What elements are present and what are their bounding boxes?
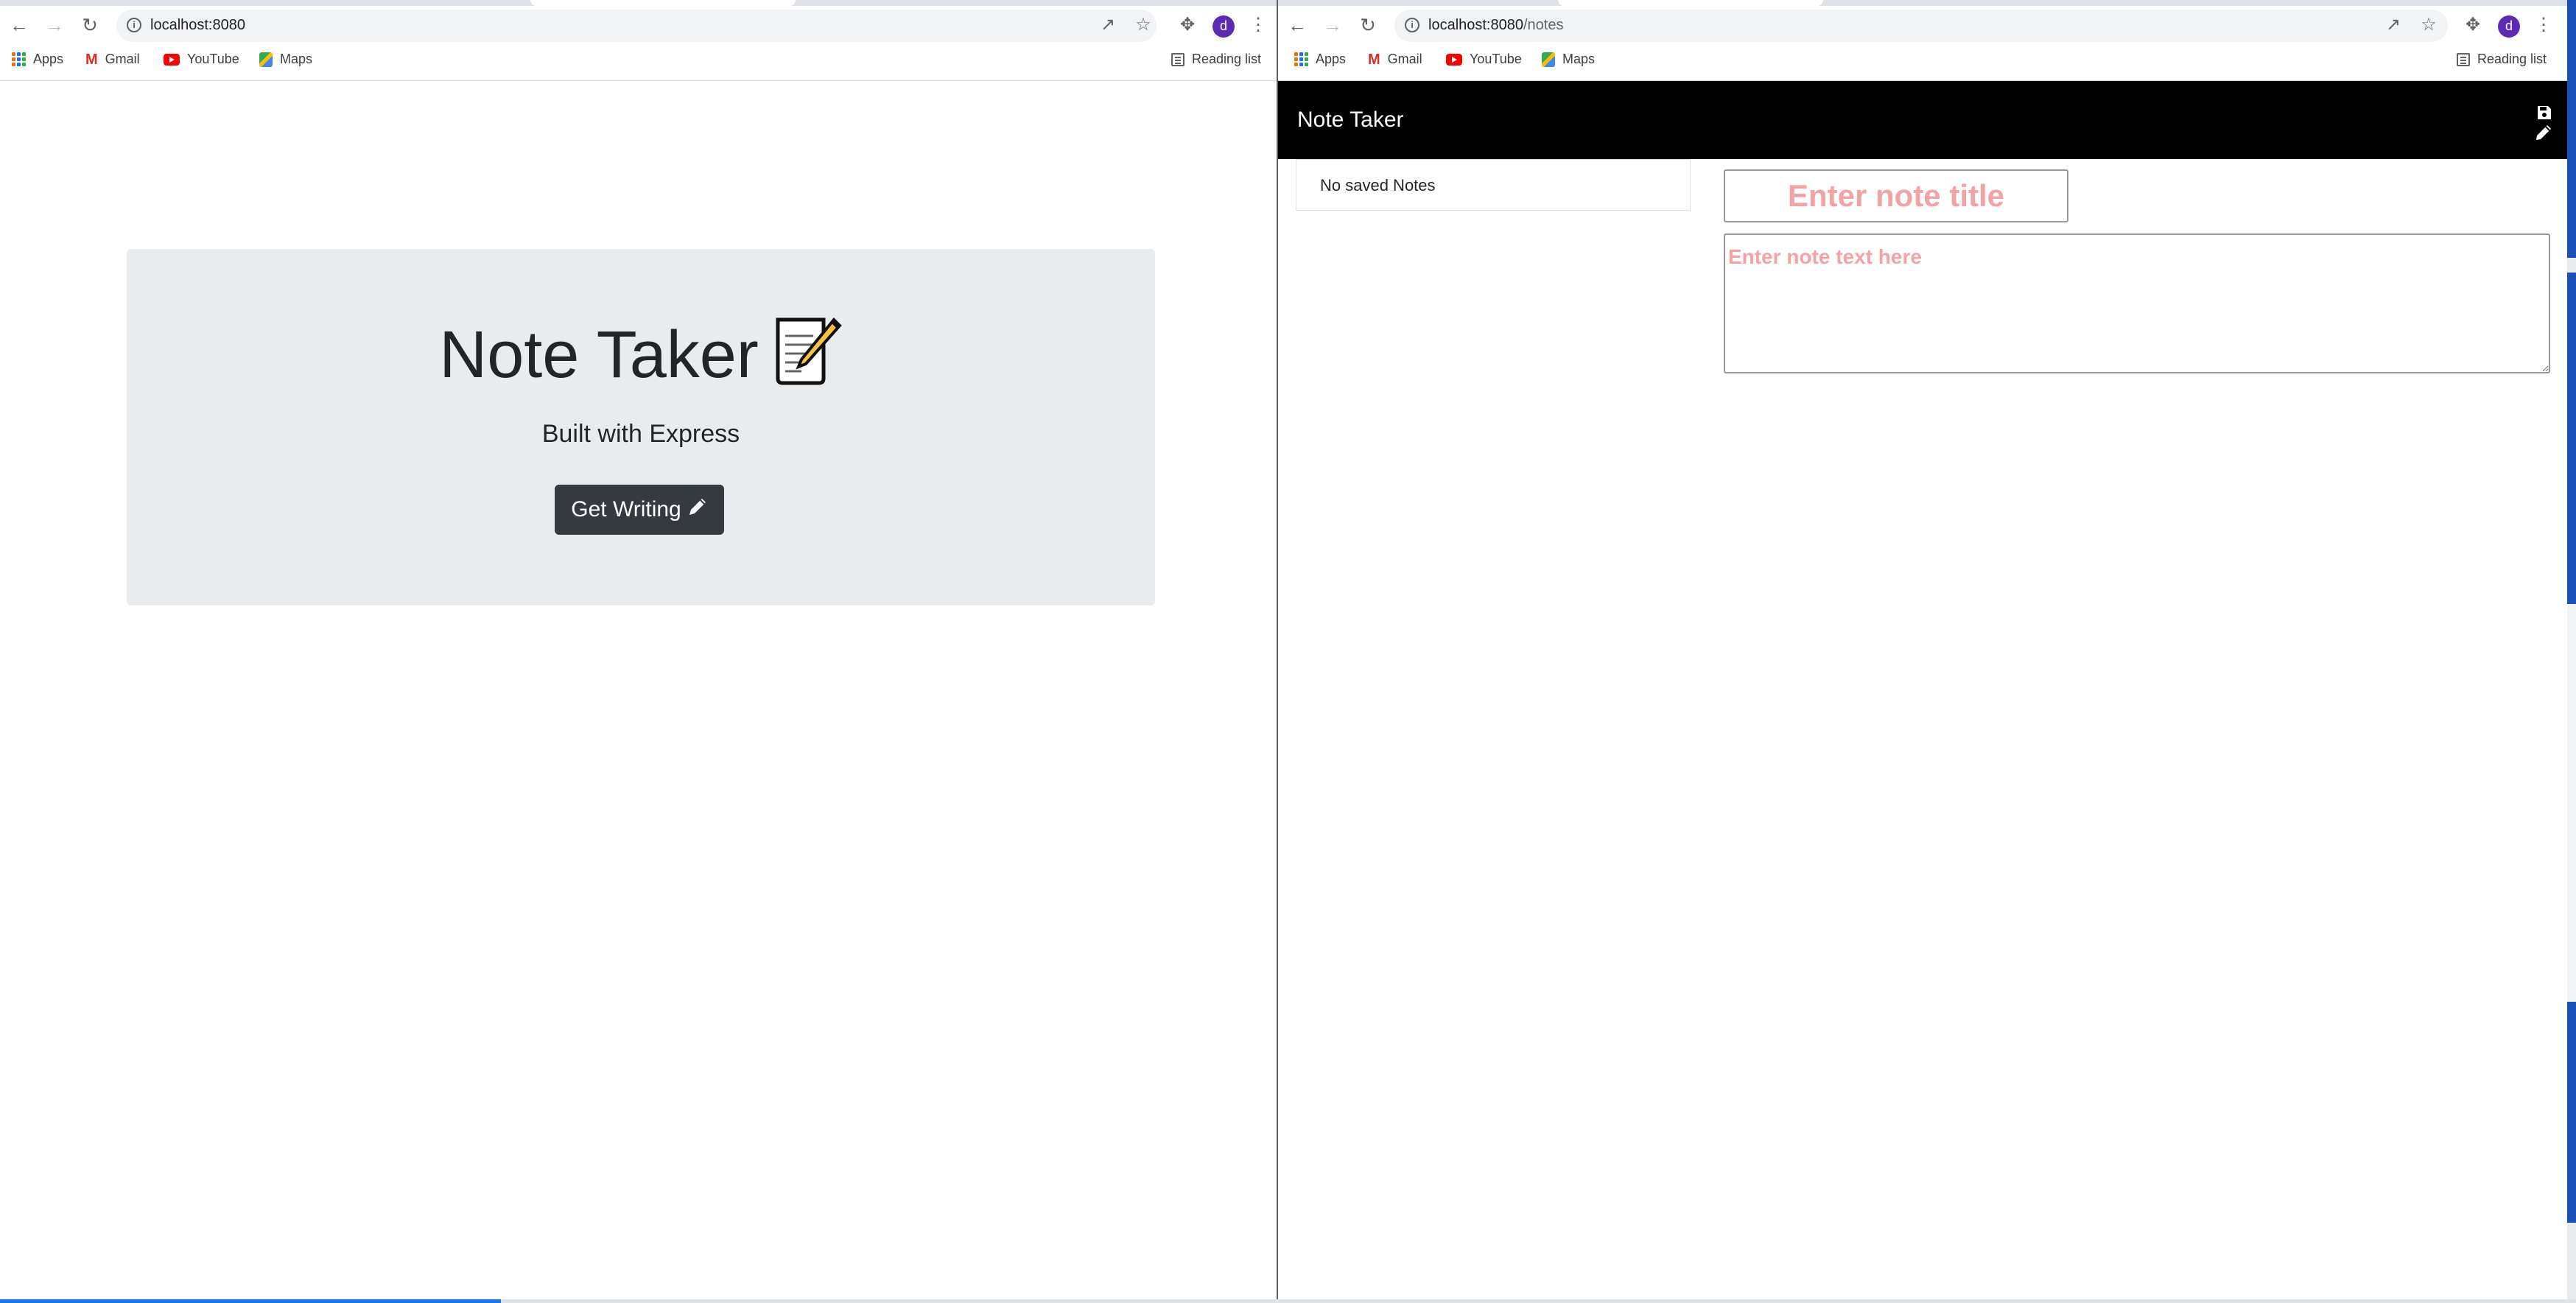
taskbar-edge xyxy=(0,1299,2576,1303)
bookmark-apps[interactable]: Apps xyxy=(1294,52,1346,67)
bookmark-gmail[interactable]: M Gmail xyxy=(85,52,140,67)
apps-grid-icon xyxy=(1294,52,1308,66)
navbar-brand[interactable]: Note Taker xyxy=(1297,108,1404,133)
save-icon[interactable] xyxy=(2536,105,2552,124)
site-info-icon[interactable]: i xyxy=(1405,18,1419,32)
address-bar[interactable]: i localhost:8080 xyxy=(116,10,1157,42)
bookmark-maps[interactable]: Maps xyxy=(259,52,312,67)
page-title: Note Taker xyxy=(127,315,1155,392)
extensions-puzzle-icon[interactable]: ✥ xyxy=(2463,15,2483,35)
menu-kebab-icon[interactable]: ⋮ xyxy=(2533,15,2554,35)
pencil-icon xyxy=(687,496,708,523)
gmail-icon: M xyxy=(1368,51,1380,68)
bookmarks-bar: Apps M Gmail YouTube Maps Reading list xyxy=(1278,44,2567,81)
back-arrow-icon[interactable]: ← xyxy=(9,15,29,35)
tab-strip xyxy=(1278,0,2567,6)
bookmark-star-icon[interactable]: ☆ xyxy=(1133,15,1154,35)
reload-icon[interactable]: ↻ xyxy=(80,15,100,35)
bookmark-star-icon[interactable]: ☆ xyxy=(2418,15,2439,35)
app-navbar: Note Taker xyxy=(1278,81,2567,159)
bookmark-gmail[interactable]: M Gmail xyxy=(1368,52,1422,67)
youtube-icon xyxy=(1446,53,1462,66)
browser-window-landing: ← → ↻ i localhost:8080 ↗ ☆ ✥ d ⋮ Apps M … xyxy=(0,0,1277,1299)
active-tab[interactable] xyxy=(1558,0,1823,6)
site-info-icon[interactable]: i xyxy=(127,18,141,32)
maps-icon xyxy=(259,52,273,67)
reading-list-icon xyxy=(1171,52,1185,66)
bookmark-youtube[interactable]: YouTube xyxy=(1446,52,1522,67)
active-tab[interactable] xyxy=(530,0,796,6)
extensions-puzzle-icon[interactable]: ✥ xyxy=(1177,15,1198,35)
page-subtitle: Built with Express xyxy=(541,420,740,448)
browser-window-notes: ← → ↻ i localhost:8080/notes ↗ ☆ ✥ d ⋮ A… xyxy=(1278,0,2567,1299)
address-url[interactable]: localhost:8080 xyxy=(150,17,245,34)
address-url[interactable]: localhost:8080/notes xyxy=(1428,17,1563,34)
forward-arrow-icon[interactable]: → xyxy=(1322,15,1343,35)
tab-strip xyxy=(0,0,1277,6)
forward-arrow-icon[interactable]: → xyxy=(44,15,65,35)
jumbotron: Note Taker Built with Express Get Writin… xyxy=(127,249,1155,605)
note-title-input[interactable] xyxy=(1724,169,2068,222)
maps-icon xyxy=(1542,52,1555,67)
share-icon[interactable]: ↗ xyxy=(1098,15,1118,35)
memo-icon xyxy=(772,315,843,386)
address-bar[interactable]: i localhost:8080/notes xyxy=(1394,10,2448,42)
youtube-icon xyxy=(164,53,180,66)
bookmark-youtube[interactable]: YouTube xyxy=(164,52,239,67)
bookmarks-bar: Apps M Gmail YouTube Maps Reading list xyxy=(0,44,1277,81)
share-icon[interactable]: ↗ xyxy=(2383,15,2404,35)
pencil-icon[interactable] xyxy=(2535,124,2552,145)
reading-list-button[interactable]: Reading list xyxy=(2457,52,2547,67)
gmail-icon: M xyxy=(85,51,98,68)
menu-kebab-icon[interactable]: ⋮ xyxy=(1248,15,1268,35)
reading-list-button[interactable]: Reading list xyxy=(1171,52,1261,67)
apps-grid-icon xyxy=(12,52,26,66)
browser-toolbar: ← → ↻ i localhost:8080/notes ↗ ☆ ✥ d ⋮ xyxy=(1278,6,2567,44)
profile-avatar[interactable]: d xyxy=(2498,15,2520,38)
desktop-edge xyxy=(2567,0,2576,1303)
get-writing-button[interactable]: Get Writing xyxy=(555,485,724,535)
bookmark-apps[interactable]: Apps xyxy=(12,52,63,67)
list-item-empty: No saved Notes xyxy=(1320,176,1436,194)
navbar-actions xyxy=(2526,97,2555,141)
reload-icon[interactable]: ↻ xyxy=(1358,15,1378,35)
profile-avatar[interactable]: d xyxy=(1212,15,1235,38)
browser-toolbar: ← → ↻ i localhost:8080 ↗ ☆ ✥ d ⋮ xyxy=(0,6,1277,44)
reading-list-icon xyxy=(2457,52,2470,66)
back-arrow-icon[interactable]: ← xyxy=(1287,15,1308,35)
notes-list: No saved Notes xyxy=(1296,159,1691,211)
bookmark-maps[interactable]: Maps xyxy=(1542,52,1595,67)
note-text-textarea[interactable] xyxy=(1724,233,2550,373)
